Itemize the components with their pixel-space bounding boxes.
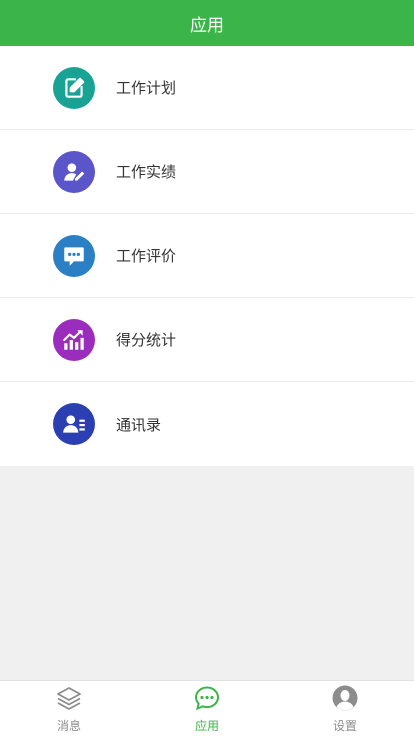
menu-item-contacts[interactable]: 通讯录 (0, 382, 414, 466)
user-pen-icon (53, 150, 95, 193)
menu-item-work-evaluation[interactable]: 工作评价 (0, 214, 414, 298)
tab-label: 应用 (194, 718, 219, 733)
tab-label: 消息 (56, 718, 81, 733)
menu-item-score-stats[interactable]: 得分统计 (0, 298, 414, 382)
contacts-icon (53, 403, 95, 445)
tab-label: 设置 (332, 718, 357, 733)
menu-item-label: 工作实绩 (116, 163, 177, 181)
menu-item-work-performance[interactable]: 工作实绩 (0, 130, 414, 214)
page-title: 应用 (190, 15, 224, 36)
bottom-tab-bar: 消息 应用 设置 (0, 680, 414, 736)
tab-messages[interactable]: 消息 (0, 681, 138, 736)
menu-item-label: 通讯录 (116, 415, 162, 434)
chat-dots-icon (193, 684, 221, 716)
header-bar: 应用 (0, 0, 414, 46)
menu-item-work-plan[interactable]: 工作计划 (0, 46, 414, 130)
menu-item-label: 工作评价 (116, 247, 177, 265)
trend-chart-icon (53, 318, 95, 361)
menu-item-label: 工作计划 (116, 79, 177, 97)
menu-item-label: 得分统计 (116, 331, 177, 349)
layers-icon (55, 684, 83, 716)
app-root: 应用 工作计划 工作实绩 工作评价 得分统计 通讯录 消息 应用 设置 (0, 0, 414, 736)
tab-settings[interactable]: 设置 (276, 681, 414, 736)
chat-bubble-icon (53, 234, 95, 277)
edit-note-icon (53, 66, 95, 109)
app-menu-list: 工作计划 工作实绩 工作评价 得分统计 通讯录 (0, 46, 414, 466)
user-avatar-icon (331, 684, 359, 716)
tab-apps[interactable]: 应用 (138, 681, 276, 736)
